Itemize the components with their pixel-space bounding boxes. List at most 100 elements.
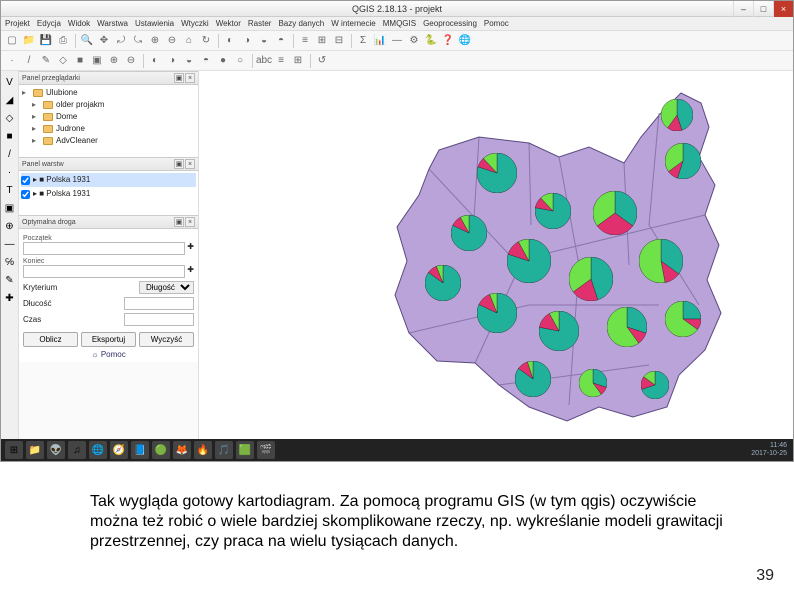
menu-bazy danych[interactable]: Bazy danych	[278, 19, 324, 28]
left-tool-icon[interactable]: ◇	[3, 111, 17, 125]
toolbar-icon[interactable]: ⤾	[113, 33, 129, 49]
calculate-button[interactable]: Oblicz	[23, 332, 78, 347]
toolbar-icon[interactable]: ◒	[181, 53, 197, 69]
toolbar-icon[interactable]: 🌐	[457, 33, 473, 49]
start-input[interactable]	[23, 242, 185, 255]
toolbar-icon[interactable]: ⊖	[123, 53, 139, 69]
menu-wtyczki[interactable]: Wtyczki	[181, 19, 209, 28]
left-tool-icon[interactable]: /	[3, 147, 17, 161]
taskbar-icon[interactable]: 🦊	[173, 441, 191, 459]
left-tool-icon[interactable]: ⊕	[3, 219, 17, 233]
menu-widok[interactable]: Widok	[68, 19, 90, 28]
left-tool-icon[interactable]: ·	[3, 165, 17, 179]
panel-close-icon[interactable]: ×	[185, 217, 195, 227]
export-button[interactable]: Eksportuj	[81, 332, 136, 347]
browser-item[interactable]: ▸older projakm	[22, 99, 195, 111]
toolbar-icon[interactable]: ◑	[164, 53, 180, 69]
end-pick-icon[interactable]: ✚	[187, 265, 194, 278]
menu-wektor[interactable]: Wektor	[216, 19, 241, 28]
left-tool-icon[interactable]: T	[3, 183, 17, 197]
toolbar-icon[interactable]: ⊟	[331, 33, 347, 49]
menu-warstwa[interactable]: Warstwa	[97, 19, 128, 28]
length-input[interactable]	[124, 297, 194, 310]
left-tool-icon[interactable]: V	[3, 75, 17, 89]
menu-raster[interactable]: Raster	[248, 19, 272, 28]
toolbar-icon[interactable]: 📁	[21, 33, 37, 49]
panel-float-icon[interactable]: ▣	[174, 159, 184, 169]
taskbar-icon[interactable]: 📘	[131, 441, 149, 459]
toolbar-icon[interactable]: ▢	[4, 33, 20, 49]
toolbar-icon[interactable]: —	[389, 33, 405, 49]
toolbar-icon[interactable]: ⊕	[147, 33, 163, 49]
layer-item[interactable]: ▸ ■ Polska 1931	[33, 187, 90, 201]
left-tool-icon[interactable]: —	[3, 237, 17, 251]
toolbar-icon[interactable]: ◓	[273, 33, 289, 49]
layers-panel[interactable]: ▸ ■ Polska 1931▸ ■ Polska 1931	[19, 171, 198, 215]
left-tool-icon[interactable]: ◢	[3, 93, 17, 107]
left-tool-icon[interactable]: ■	[3, 129, 17, 143]
toolbar-icon[interactable]: ⊞	[314, 33, 330, 49]
left-tool-icon[interactable]: ▣	[3, 201, 17, 215]
panel-float-icon[interactable]: ▣	[174, 217, 184, 227]
menu-ustawienia[interactable]: Ustawienia	[135, 19, 174, 28]
layer-visibility-checkbox[interactable]	[21, 176, 30, 185]
toolbar-icon[interactable]: ❓	[440, 33, 456, 49]
minimize-button[interactable]: –	[733, 1, 753, 17]
taskbar-icon[interactable]: 📁	[26, 441, 44, 459]
panel-close-icon[interactable]: ×	[185, 73, 195, 83]
toolbar-icon[interactable]: Σ	[355, 33, 371, 49]
menu-projekt[interactable]: Projekt	[5, 19, 30, 28]
toolbar-icon[interactable]: ■	[72, 53, 88, 69]
panel-close-icon[interactable]: ×	[185, 159, 195, 169]
maximize-button[interactable]: □	[753, 1, 773, 17]
toolbar-icon[interactable]: ⊖	[164, 33, 180, 49]
layer-visibility-checkbox[interactable]	[21, 190, 30, 199]
taskbar-icon[interactable]: 👽	[47, 441, 65, 459]
taskbar-icon[interactable]: ♫	[68, 441, 86, 459]
browser-item[interactable]: ▸Ulubione	[22, 87, 195, 99]
layer-item[interactable]: ▸ ■ Polska 1931	[33, 173, 90, 187]
taskbar-icon[interactable]: 🟢	[152, 441, 170, 459]
browser-item[interactable]: ▸AdvCleaner	[22, 135, 195, 147]
toolbar-icon[interactable]: /	[21, 53, 37, 69]
toolbar-icon[interactable]: ◓	[198, 53, 214, 69]
criterion-select[interactable]: Długość	[139, 281, 194, 294]
help-link[interactable]: ☼ Pomoc	[23, 350, 194, 359]
toolbar-icon[interactable]: 🐍	[423, 33, 439, 49]
browser-item[interactable]: ▸Judrone	[22, 123, 195, 135]
toolbar-icon[interactable]: ·	[4, 53, 20, 69]
menu-w internecie[interactable]: W internecie	[331, 19, 375, 28]
menu-pomoc[interactable]: Pomoc	[484, 19, 509, 28]
browser-item[interactable]: ▸Dome	[22, 111, 195, 123]
toolbar-icon[interactable]: ✎	[38, 53, 54, 69]
toolbar-icon[interactable]: ◇	[55, 53, 71, 69]
toolbar-icon[interactable]: ✥	[96, 33, 112, 49]
menu-edycja[interactable]: Edycja	[37, 19, 61, 28]
toolbar-icon[interactable]: ◑	[239, 33, 255, 49]
left-tool-icon[interactable]: ✚	[3, 291, 17, 305]
time-input[interactable]	[124, 313, 194, 326]
taskbar-icon[interactable]: 🟩	[236, 441, 254, 459]
taskbar-icon[interactable]: 🧭	[110, 441, 128, 459]
toolbar-icon[interactable]: ◐	[222, 33, 238, 49]
menu-mmqgis[interactable]: MMQGIS	[383, 19, 416, 28]
toolbar-icon[interactable]: 📊	[372, 33, 388, 49]
taskbar-icon[interactable]: 🔥	[194, 441, 212, 459]
close-button[interactable]: ×	[773, 1, 793, 17]
toolbar-icon[interactable]: ▣	[89, 53, 105, 69]
taskbar-icon[interactable]: 🌐	[89, 441, 107, 459]
toolbar-icon[interactable]: ↻	[198, 33, 214, 49]
panel-float-icon[interactable]: ▣	[174, 73, 184, 83]
end-input[interactable]	[23, 265, 185, 278]
taskbar-icon[interactable]: 🎬	[257, 441, 275, 459]
taskbar-icon[interactable]: 🎵	[215, 441, 233, 459]
clear-button[interactable]: Wyczyść	[139, 332, 194, 347]
toolbar-icon[interactable]: ◐	[147, 53, 163, 69]
left-tool-icon[interactable]: ✎	[3, 273, 17, 287]
toolbar-icon[interactable]: ⎙	[55, 33, 71, 49]
toolbar-icon[interactable]: ◒	[256, 33, 272, 49]
toolbar-icon[interactable]: ⚙	[406, 33, 422, 49]
left-tool-icon[interactable]: ℅	[3, 255, 17, 269]
map-canvas[interactable]	[199, 71, 793, 447]
toolbar-icon[interactable]: ⤿	[130, 33, 146, 49]
